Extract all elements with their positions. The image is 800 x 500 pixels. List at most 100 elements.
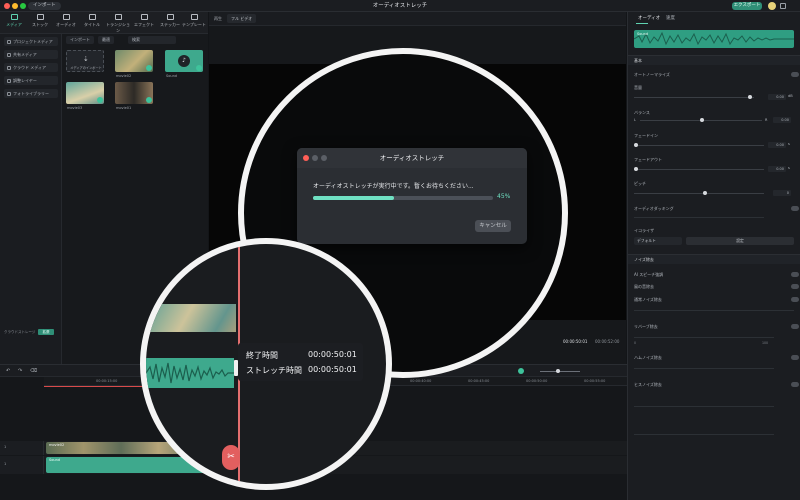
filter-dropdown[interactable]: 最適 (98, 36, 114, 44)
basic-section-header[interactable]: 基本 (628, 55, 800, 65)
delete-icon[interactable]: ⌫ (30, 368, 37, 374)
tab-sticker[interactable]: ステッカー (157, 14, 183, 32)
dialog-minimize-icon (312, 155, 318, 161)
tab-title[interactable]: タイトル (79, 14, 105, 32)
media-thumb-movie02[interactable] (115, 50, 153, 72)
fade-out-unit: s (788, 166, 790, 170)
text-icon (88, 14, 96, 20)
pitch-slider-knob[interactable] (703, 191, 707, 195)
stretch-progress-fill (313, 196, 394, 200)
hiss-removal-toggle[interactable] (791, 382, 799, 387)
redo-icon[interactable]: ↷ (18, 368, 22, 374)
pitch-slider[interactable] (634, 193, 764, 194)
stock-icon (36, 14, 44, 20)
tab-audio-properties[interactable]: オーディオ (638, 15, 660, 21)
hum-removal-slider[interactable] (634, 368, 774, 369)
equalizer-settings-button[interactable]: 設定 (686, 237, 794, 245)
dialog-title: オーディオストレッチ (297, 148, 527, 168)
wind-removal-toggle[interactable] (791, 284, 799, 289)
media-thumb-movie03[interactable] (66, 82, 104, 104)
hiss-removal-label: ヒスノイズ除去 (634, 382, 662, 387)
dialog-close-icon[interactable] (303, 155, 309, 161)
expand-storage-button[interactable]: 拡張 (38, 329, 54, 335)
folder-icon (7, 52, 11, 57)
zoom-slider-knob[interactable] (556, 369, 560, 373)
sidebar-item-cloud-media[interactable]: クラウド メディア (4, 63, 58, 72)
audio-ducking-slider[interactable] (634, 217, 764, 218)
sticker-icon (166, 14, 174, 20)
tab-stock[interactable]: ストック (27, 14, 53, 32)
volume-slider[interactable] (634, 97, 754, 98)
balance-label: バランス (634, 110, 650, 115)
balance-slider-knob[interactable] (700, 118, 704, 122)
fade-in-value[interactable]: 0.00 (768, 142, 786, 148)
hiss-removal-slider-2[interactable] (634, 434, 774, 435)
sidebar-item-photo-library[interactable]: フォトライブラリー (4, 89, 58, 98)
equalizer-dropdown[interactable]: デフォルト (634, 237, 682, 245)
record-icon[interactable] (518, 368, 524, 374)
dereverb-slider[interactable] (634, 337, 774, 338)
scissors-icon[interactable]: ✂ (222, 445, 240, 470)
ai-speech-enhance-label: AI スピーチ強調 (634, 272, 664, 277)
media-thumb-movie01[interactable] (115, 82, 153, 104)
hum-removal-toggle[interactable] (791, 355, 799, 360)
cancel-button[interactable]: キャンセル (475, 220, 511, 232)
volume-slider-knob[interactable] (748, 95, 752, 99)
fade-out-slider-knob[interactable] (634, 167, 638, 171)
normal-denoise-label: 通常ノイズ除去 (634, 297, 662, 302)
audio-waveform-closeup (146, 362, 234, 384)
auto-normalize-toggle[interactable] (791, 72, 799, 77)
fade-out-value[interactable]: 0.00 (768, 166, 786, 172)
close-window-icon[interactable] (4, 3, 10, 9)
pitch-value[interactable]: 0 (773, 190, 791, 196)
fade-out-slider[interactable] (634, 169, 764, 170)
normal-denoise-slider[interactable] (634, 310, 794, 311)
tab-effect[interactable]: エフェクト (131, 14, 157, 32)
hiss-removal-slider-1[interactable] (634, 406, 774, 407)
media-thumb-sound[interactable]: ♪ (165, 50, 203, 72)
balance-value[interactable]: 0.00 (773, 117, 791, 123)
normal-denoise-toggle[interactable] (791, 297, 799, 302)
stretch-time-readout: 終了時間 00:00:50:01 ストレッチ時間 00:00:50:01 (238, 343, 363, 381)
dereverb-toggle[interactable] (791, 324, 799, 329)
volume-label: 音量 (634, 85, 642, 90)
zoom-slider[interactable] (540, 371, 580, 372)
active-tab-indicator (636, 23, 648, 24)
end-time-value: 00:00:50:01 (308, 350, 357, 359)
tab-speed[interactable]: 速度 (666, 15, 675, 21)
import-dropdown[interactable]: インポート (66, 36, 94, 44)
minimize-window-icon[interactable] (12, 3, 18, 9)
fade-in-slider-knob[interactable] (634, 143, 638, 147)
stretch-progress-bar (313, 196, 493, 200)
undo-icon[interactable]: ↶ (6, 368, 10, 374)
ai-speech-enhance-toggle[interactable] (791, 272, 799, 277)
quality-dropdown[interactable]: フル ビデオ (227, 14, 257, 23)
tab-template[interactable]: テンプレート (181, 14, 207, 32)
music-note-icon (62, 14, 70, 20)
sidebar-item-shared-media[interactable]: 共有メディア (4, 50, 58, 59)
media-label-sound: Sound (166, 74, 178, 78)
check-icon (146, 65, 152, 71)
avatar[interactable] (768, 2, 776, 10)
waveform-graphic (634, 31, 794, 46)
audio-ducking-label: オーディオダッキング (634, 206, 674, 211)
audio-clip-closeup (146, 358, 234, 388)
tab-media[interactable]: メディア (1, 14, 27, 32)
sidebar-item-adjustment-layer[interactable]: 調整レイヤー (4, 76, 58, 85)
export-button[interactable]: エクスポート (732, 2, 762, 10)
import-button[interactable]: インポート (28, 2, 61, 10)
import-media-tile[interactable]: ⇣ メディアのインポート (66, 50, 104, 72)
folder-icon (7, 39, 11, 44)
zoom-window-icon[interactable] (20, 3, 26, 9)
audio-ducking-toggle[interactable] (791, 206, 799, 211)
tab-audio[interactable]: オーディオ (53, 14, 79, 32)
end-time-label: 終了時間 (246, 351, 278, 360)
fade-in-slider[interactable] (634, 145, 764, 146)
sidebar-item-project-media[interactable]: プロジェクトメディア (4, 37, 58, 46)
volume-value[interactable]: 0.00 (768, 94, 786, 100)
check-icon (97, 97, 103, 103)
search-input[interactable]: 検索 (128, 36, 176, 44)
settings-icon[interactable] (780, 3, 786, 9)
tab-transition[interactable]: トランジション (105, 14, 131, 33)
noise-removal-section-header[interactable]: ノイズ除去 (628, 254, 800, 264)
